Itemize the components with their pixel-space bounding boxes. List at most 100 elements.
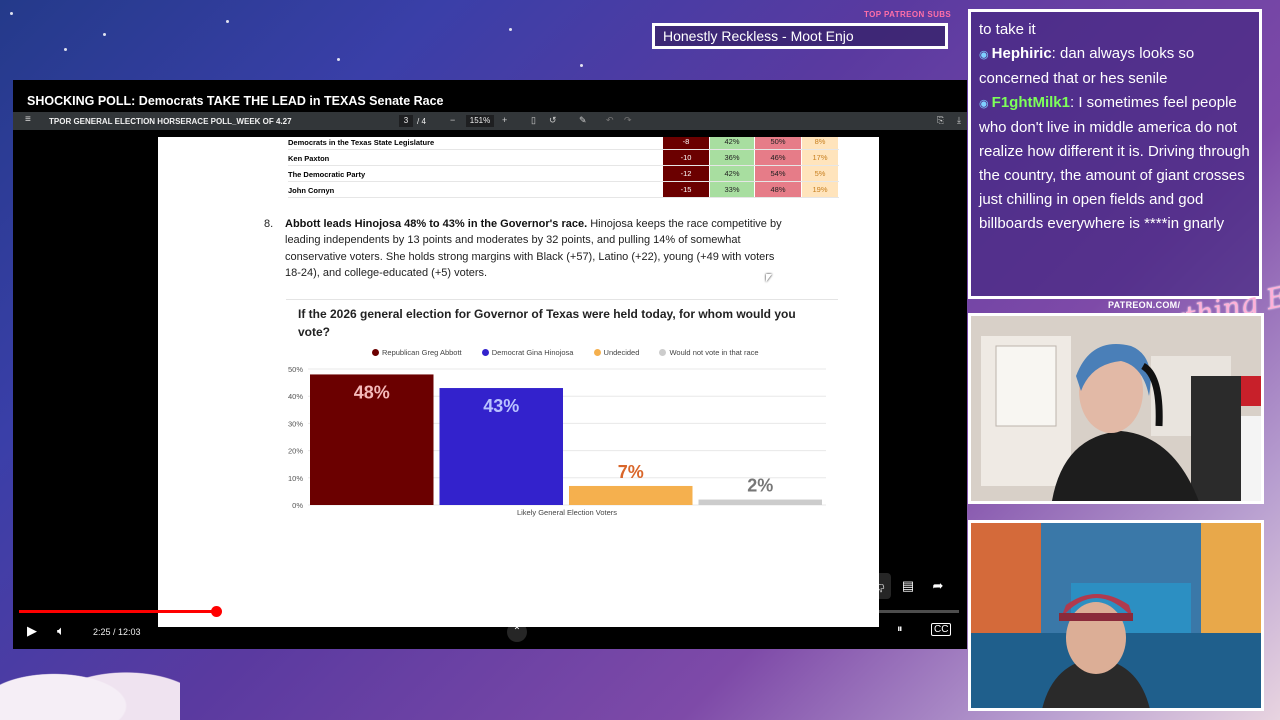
finding-headline: Abbott leads Hinojosa 48% to 43% in the …: [285, 218, 588, 230]
chat-panel: to take it ◉ Hephiric: dan always looks …: [968, 9, 1262, 299]
zoom-in-icon[interactable]: +: [502, 115, 507, 125]
table-cell-favorable: 42%: [710, 166, 754, 181]
progress-bar[interactable]: [19, 606, 959, 617]
chat-badge-icon: ◉: [979, 98, 992, 110]
finding-number: 8.: [264, 218, 274, 230]
legend-label: Republican Greg Abbott: [382, 348, 462, 357]
legend-label: Would not vote in that race: [669, 348, 759, 357]
finding-paragraph: 8. Abbott leads Hinojosa 48% to 43% in t…: [264, 216, 784, 281]
data-label: 2%: [747, 476, 773, 496]
table-cell-favorable: 33%: [710, 182, 754, 197]
zoom-out-icon[interactable]: −: [450, 115, 455, 125]
table-cell-net: -10: [663, 150, 709, 165]
star-decoration: [337, 58, 340, 61]
star-decoration: [580, 64, 583, 67]
star-decoration: [10, 12, 13, 15]
y-tick-label: 30%: [288, 419, 303, 428]
data-label: 7%: [618, 462, 644, 482]
favorability-table: Democrats in the Texas State Legislature…: [288, 137, 839, 198]
share-icon[interactable]: ➦: [925, 573, 951, 599]
webcam-image: [971, 523, 1261, 708]
undo-icon[interactable]: ↶: [606, 115, 614, 126]
table-cell-unsure: 17%: [802, 150, 838, 165]
table-cell-favorable: 42%: [710, 137, 754, 149]
download-icon[interactable]: ⤓: [957, 115, 961, 126]
progress-fill: [19, 610, 217, 613]
table-cell-net: -15: [663, 182, 709, 197]
dislike-icon[interactable]: 👎︎: [865, 573, 891, 599]
webcam-host-1: [968, 313, 1264, 504]
fit-page-icon[interactable]: ▯: [531, 115, 536, 126]
legend-swatch: [481, 349, 489, 356]
table-row: John Cornyn -15 33% 48% 19%: [288, 182, 839, 198]
bar: [698, 499, 822, 505]
chat-username: Hephiric: [991, 45, 1052, 62]
data-label: 43%: [483, 396, 519, 416]
data-label: 48%: [354, 382, 390, 402]
table-cell-name: John Cornyn: [288, 186, 335, 195]
legend-label: Undecided: [603, 348, 640, 357]
webcam-host-2: [968, 520, 1264, 711]
table-cell-unsure: 19%: [802, 182, 838, 197]
y-tick-label: 10%: [288, 474, 303, 483]
redo-icon[interactable]: ↷: [624, 115, 632, 126]
table-cell-net: -12: [663, 166, 709, 181]
chevron-up-icon[interactable]: ⌃: [507, 622, 527, 642]
star-decoration: [103, 33, 106, 36]
page-total: / 4: [417, 117, 426, 126]
zoom-level[interactable]: 151%: [466, 115, 494, 127]
annotate-icon[interactable]: ✎: [579, 115, 587, 126]
table-row: Ken Paxton -10 36% 46% 17%: [288, 150, 839, 166]
time-display: 2:25 / 12:03: [93, 627, 141, 637]
table-cell-net: -8: [663, 137, 709, 149]
menu-icon[interactable]: ≡: [25, 115, 34, 125]
legend-label: Democrat Gina Hinojosa: [491, 348, 574, 357]
page-separator: /: [417, 117, 420, 126]
y-tick-label: 40%: [288, 392, 303, 401]
x-axis-label: Likely General Election Voters: [517, 508, 617, 517]
mouse-cursor: [766, 274, 772, 282]
rotate-icon[interactable]: ↺: [549, 115, 557, 126]
legend-swatch: [659, 349, 667, 356]
volume-icon[interactable]: 🔈︎: [57, 623, 65, 639]
play-icon[interactable]: ▶: [27, 623, 37, 639]
comment-icon[interactable]: ▤: [895, 573, 921, 599]
like-icon[interactable]: 👍︎: [839, 573, 865, 599]
table-row: Democrats in the Texas State Legislature…: [288, 137, 839, 150]
table-cell-name: Democrats in the Texas State Legislature: [288, 138, 435, 147]
table-cell-name: Ken Paxton: [288, 154, 330, 163]
webcam-image: [971, 316, 1261, 501]
legend-swatch: [593, 349, 601, 356]
legend-swatch: [372, 349, 379, 356]
pdf-document-name: TPOR GENERAL ELECTION HORSERACE POLL_WEE…: [49, 117, 292, 126]
table-row: The Democratic Party -12 42% 54% 5%: [288, 166, 839, 182]
chat-badge-icon: ◉: [979, 49, 992, 61]
video-title[interactable]: SHOCKING POLL: Democrats TAKE THE LEAD i…: [27, 94, 444, 108]
chat-message: ◉ F1ghtMilk1: I sometimes feel people wh…: [979, 91, 1251, 236]
bar: [569, 485, 693, 505]
chart-legend: Republican Greg Abbott Democrat Gina Hin…: [372, 348, 777, 357]
star-decoration: [226, 20, 229, 23]
y-tick-label: 0%: [292, 501, 303, 510]
legend-item: Undecided: [593, 348, 649, 357]
table-cell-name: The Democratic Party: [288, 170, 366, 179]
chat-message: ◉ Hephiric: dan always looks so concerne…: [979, 42, 1251, 91]
chat-message: to take it: [979, 18, 1251, 42]
y-tick-label: 50%: [288, 365, 303, 374]
table-cell-unfavorable: 50%: [755, 137, 801, 149]
cloud-decoration: [0, 650, 180, 720]
legend-item: Republican Greg Abbott: [372, 348, 471, 357]
divider: [286, 299, 838, 300]
video-player[interactable]: SHOCKING POLL: Democrats TAKE THE LEAD i…: [13, 80, 967, 649]
table-cell-unsure: 5%: [802, 166, 838, 181]
page-number-input[interactable]: 3: [399, 115, 413, 127]
subs-ticker: Honestly Reckless - Moot Enjo: [652, 23, 948, 49]
save-icon[interactable]: ⎘: [937, 115, 944, 126]
table-cell-favorable: 36%: [710, 150, 754, 165]
table-cell-unfavorable: 48%: [755, 182, 801, 197]
chat-username: F1ghtMilk1: [991, 94, 1070, 111]
top-subs-label: TOP PATREON SUBS: [864, 10, 952, 19]
pdf-page: Democrats in the Texas State Legislature…: [158, 137, 879, 627]
pause-toggle-icon[interactable]: ⏸: [897, 623, 903, 636]
captions-icon[interactable]: CC: [931, 623, 952, 636]
